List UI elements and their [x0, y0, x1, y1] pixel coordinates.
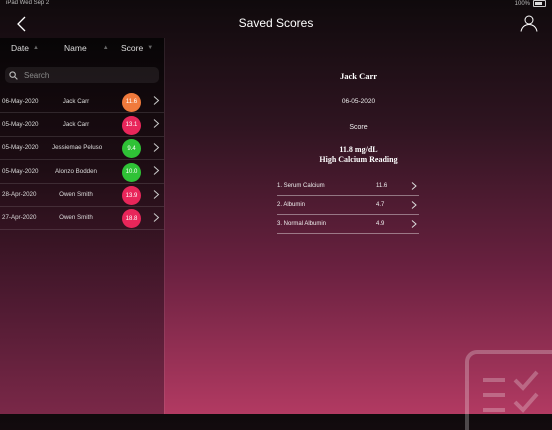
sort-name-button[interactable]: Name ▲ [64, 43, 109, 53]
scores-list-pane: Date ▲ Name ▲ Score ▼ 06-May-2020 Jack C… [0, 38, 164, 414]
score-value: 11.8 mg/dL [339, 145, 378, 154]
parameter-row-normal-albumin[interactable]: 3. Normal Albumin 4.9 [277, 216, 419, 234]
list-item[interactable]: 05-May-2020 Jessiemae Peluso 9.4 [0, 137, 164, 161]
parameter-value: 4.7 [376, 202, 385, 208]
chevron-right-icon [153, 119, 160, 129]
row-name: Owen Smith [59, 214, 93, 222]
sort-up-icon: ▲ [32, 45, 39, 51]
score-badge: 11.6 [122, 92, 141, 112]
parameter-value: 4.9 [376, 221, 385, 227]
score-date: 06-05-2020 [341, 98, 376, 105]
parameter-label: 2. Albumin [277, 202, 306, 208]
parameter-row-albumin[interactable]: 2. Albumin 4.7 [277, 197, 419, 215]
row-date: 05-May-2020 [2, 144, 39, 152]
chevron-right-icon [153, 189, 160, 199]
sort-date-button[interactable]: Date ▲ [11, 43, 39, 53]
row-date: 28-Apr-2020 [2, 191, 37, 199]
list-item[interactable]: 27-Apr-2020 Owen Smith 18.8 [0, 207, 164, 231]
score-badge: 9.4 [122, 139, 141, 159]
parameter-row-serum-calcium[interactable]: 1. Serum Calcium 11.6 [277, 178, 419, 196]
parameter-label: 1. Serum Calcium [277, 183, 325, 189]
status-right: 100% [515, 0, 546, 7]
checklist-icon [465, 350, 552, 430]
list-item[interactable]: 06-May-2020 Jack Carr 11.6 [0, 90, 164, 114]
scores-list: 06-May-2020 Jack Carr 11.6 05-May-2020 J… [0, 90, 164, 231]
score-badge: 10.0 [122, 162, 141, 182]
row-date: 27-Apr-2020 [2, 214, 37, 222]
user-icon [520, 15, 538, 32]
sort-name-label: Name [64, 43, 87, 53]
chevron-right-icon [411, 201, 417, 209]
search-input[interactable] [22, 69, 156, 81]
search-icon [9, 70, 18, 80]
page-title: Saved Scores [238, 16, 314, 30]
chevron-right-icon [411, 182, 417, 190]
nav-bar: Saved Scores [0, 8, 552, 38]
row-name: Owen Smith [59, 191, 93, 199]
profile-button[interactable] [520, 14, 538, 32]
row-name: Jessiemae Peluso [52, 144, 103, 152]
score-badge: 18.8 [122, 209, 141, 229]
list-item[interactable]: 05-May-2020 Alonzo Bodden 10.0 [0, 160, 164, 184]
chevron-right-icon [153, 166, 160, 176]
row-name: Jack Carr [62, 120, 90, 128]
sort-date-label: Date [11, 43, 29, 53]
battery-icon [533, 0, 546, 7]
chevron-right-icon [411, 220, 417, 228]
battery-percent: 100% [514, 0, 530, 7]
score-label: Score [349, 124, 368, 131]
row-name: Alonzo Bodden [55, 167, 97, 175]
status-bar: iPad Wed Sep 2 100% [0, 0, 552, 8]
sort-score-label: Score [121, 43, 144, 53]
search-bar [5, 67, 159, 83]
patient-name: Jack Carr [339, 71, 378, 81]
sort-bar: Date ▲ Name ▲ Score ▼ [0, 38, 164, 60]
sort-up-icon: ▲ [102, 45, 109, 51]
row-name: Jack Carr [62, 97, 90, 105]
row-date: 05-May-2020 [2, 167, 39, 175]
sort-down-icon: ▼ [147, 45, 154, 51]
list-item[interactable]: 05-May-2020 Jack Carr 13.1 [0, 113, 164, 137]
parameter-list: 1. Serum Calcium 11.6 2. Albumin 4.7 3. … [277, 178, 419, 235]
parameter-value: 11.6 [376, 183, 388, 189]
list-item[interactable]: 28-Apr-2020 Owen Smith 13.9 [0, 184, 164, 207]
row-date: 05-May-2020 [2, 120, 39, 128]
chevron-right-icon [153, 142, 160, 152]
score-badge: 13.9 [122, 186, 141, 206]
row-date: 06-May-2020 [2, 97, 39, 105]
status-left: iPad Wed Sep 2 [6, 0, 50, 6]
parameter-label: 3. Normal Albumin [277, 221, 327, 227]
score-badge: 13.1 [122, 115, 141, 135]
score-reading: High Calcium Reading [319, 155, 398, 164]
chevron-right-icon [153, 213, 160, 222]
sort-score-button[interactable]: Score ▼ [121, 43, 153, 53]
chevron-right-icon [153, 96, 160, 105]
